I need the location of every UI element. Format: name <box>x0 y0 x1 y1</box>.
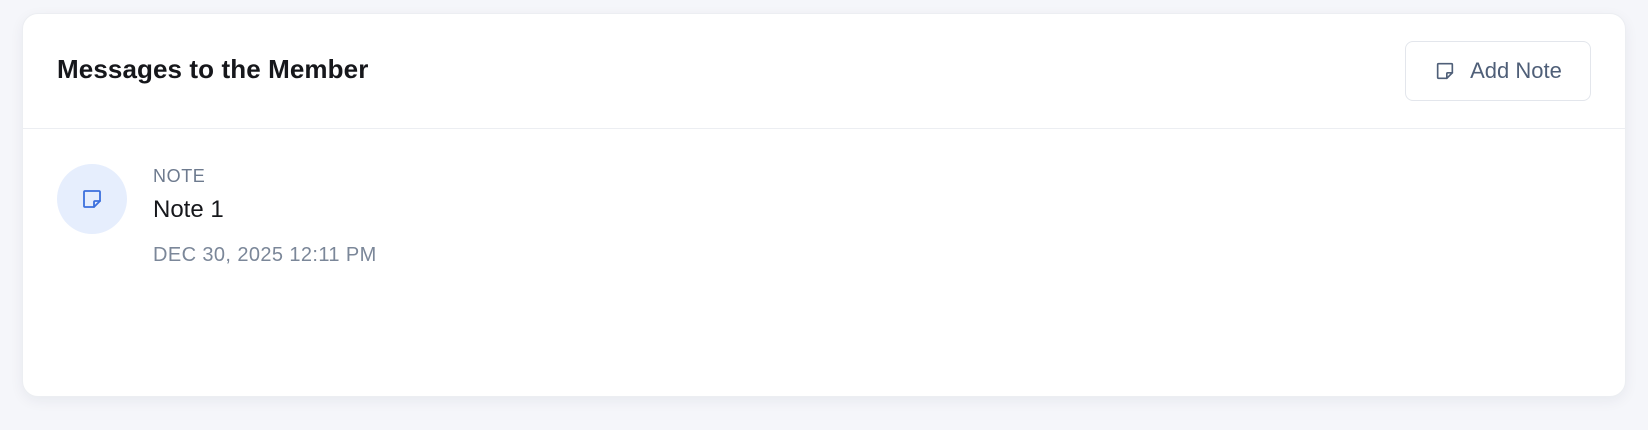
sticky-note-icon <box>80 187 104 211</box>
sticky-note-icon <box>1434 60 1456 82</box>
card-title: Messages to the Member <box>57 54 369 84</box>
add-note-label: Add Note <box>1470 58 1562 83</box>
messages-card: Messages to the Member Add Note NOTE Not… <box>22 13 1626 397</box>
note-text: Note 1 <box>153 196 224 223</box>
note-type-label: NOTE <box>153 166 206 186</box>
add-note-button[interactable]: Add Note <box>1405 41 1591 101</box>
note-avatar <box>57 164 127 234</box>
note-timestamp: DEC 30, 2025 12:11 PM <box>153 244 377 266</box>
card-header: Messages to the Member Add Note <box>23 14 1625 129</box>
note-content: NOTE Note 1 DEC 30, 2025 12:11 PM <box>153 164 377 267</box>
